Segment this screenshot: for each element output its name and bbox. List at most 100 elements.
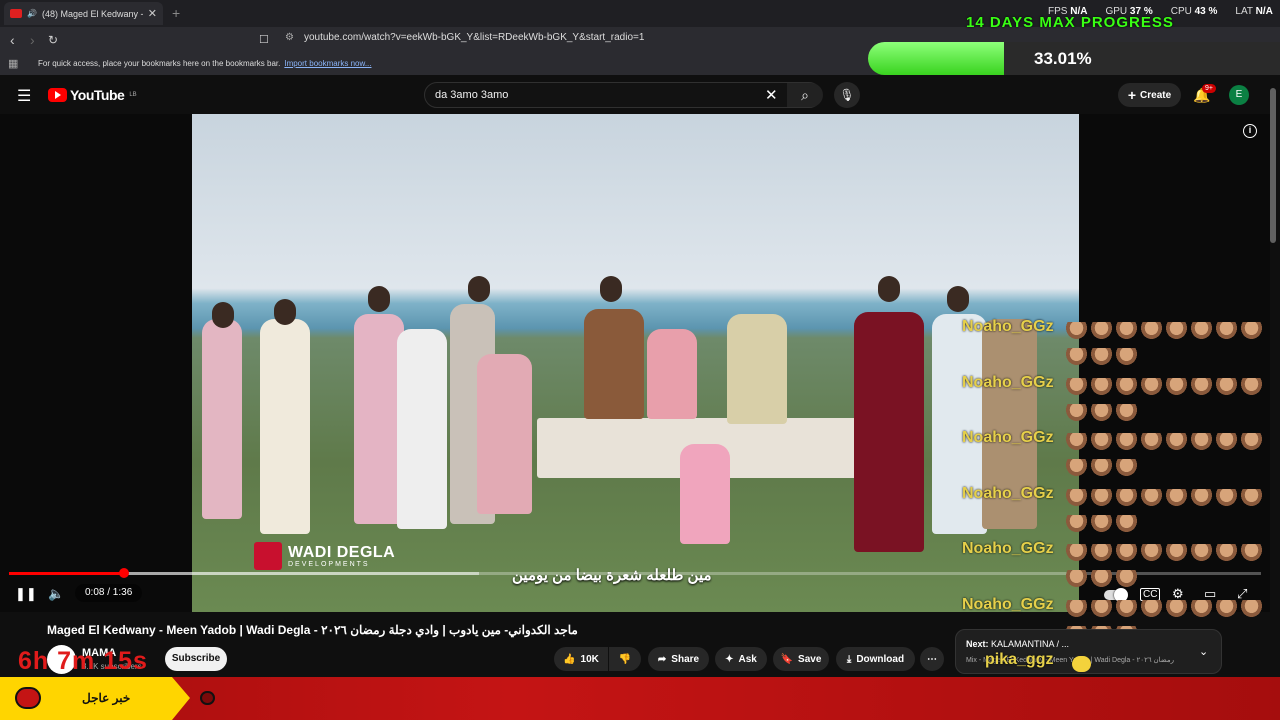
scene-person — [647, 329, 697, 419]
share-button[interactable]: ➦ Share — [648, 647, 709, 671]
hand-emote-icon — [1191, 377, 1212, 395]
create-label: Create — [1140, 89, 1172, 101]
stream-timer: 6h 7m 15s — [18, 647, 148, 675]
hand-emote-icon — [1091, 459, 1112, 477]
tab-close-icon[interactable]: ✕ — [148, 7, 157, 20]
import-bookmarks-link[interactable]: Import bookmarks now... — [284, 59, 371, 68]
hand-emote-icon — [1216, 600, 1237, 617]
pikachu-emote-icon — [1072, 656, 1091, 672]
create-button[interactable]: + Create — [1118, 83, 1181, 107]
microphone-icon: 🎙 — [839, 88, 855, 102]
news-small-logo-icon — [200, 691, 215, 705]
overlay-progress-percent: 33.01% — [1034, 49, 1092, 68]
hand-emote-icon — [1116, 403, 1137, 421]
hand-emote-icon — [1066, 544, 1087, 562]
more-actions-button[interactable]: ⋯ — [920, 647, 944, 671]
sparkle-icon: ✦ — [725, 653, 734, 665]
hand-emote-icon — [1066, 348, 1087, 365]
news-channel-logo-icon — [15, 687, 41, 709]
share-icon: ➦ — [657, 653, 667, 665]
hand-emote-icon — [1091, 322, 1112, 339]
up-next-title: Next: KALAMANTINA / ... — [966, 639, 1070, 649]
hand-emote-icon — [1066, 403, 1087, 421]
chevron-down-icon[interactable]: ⌄ — [1199, 645, 1208, 658]
hand-emote-icon — [1116, 322, 1137, 339]
notifications-badge: 9+ — [1202, 84, 1216, 93]
lat-stat: LAT N/A — [1235, 6, 1273, 17]
dislike-button[interactable]: 👎 — [609, 647, 641, 671]
like-button[interactable]: 👍 10K — [554, 647, 608, 671]
url-field[interactable]: ⚙ youtube.com/watch?v=eekWb-bGK_Y&list=RD… — [285, 32, 644, 43]
hand-emote-icon — [1141, 377, 1162, 395]
youtube-logo[interactable]: YouTube LB — [48, 87, 137, 103]
youtube-play-icon — [48, 88, 67, 102]
plus-icon: + — [1127, 87, 1137, 103]
thumbs-down-icon: 👎 — [618, 653, 632, 665]
browser-tab[interactable]: 🔊 (48) Maged El Kedwany - Me ✕ — [4, 2, 163, 25]
search-box[interactable]: da 3amo 3amo ✕ ⌕ — [424, 82, 823, 108]
save-label: Save — [798, 653, 822, 665]
scene-person — [202, 319, 242, 519]
scene-head — [368, 286, 390, 312]
voice-search-button[interactable]: 🎙 — [834, 82, 860, 108]
overlay-title: 14 DAYS MAX PROGRESS — [966, 14, 1174, 31]
hand-emote-icon — [1116, 459, 1137, 477]
apps-grid-icon[interactable]: ▦ — [8, 57, 18, 70]
menu-icon[interactable]: ☰ — [17, 86, 31, 106]
download-button[interactable]: ⤓ Download — [836, 647, 915, 671]
autoplay-toggle[interactable] — [1104, 588, 1128, 602]
info-icon[interactable]: i — [1243, 124, 1257, 138]
hand-emote-icon — [1091, 600, 1112, 617]
search-icon: ⌕ — [801, 87, 809, 103]
bookmark-icon[interactable]: ☐ — [259, 33, 269, 46]
breaking-news-text: خبر عاجل — [82, 691, 131, 705]
site-info-icon[interactable]: ⚙ — [285, 32, 294, 43]
hand-emote-icon — [1066, 377, 1087, 395]
video-player[interactable]: WADI DEGLA DEVELOPMENTS مين طلعله شعرة ب… — [0, 114, 1270, 643]
chat-username: Noaho_GGz — [962, 373, 1054, 391]
forward-icon[interactable]: › — [30, 32, 35, 48]
clear-search-icon[interactable]: ✕ — [765, 86, 778, 104]
hand-emote-icon — [1166, 600, 1187, 617]
scene-head — [274, 299, 296, 325]
more-dots-icon: ⋯ — [927, 653, 937, 665]
scene-person — [727, 314, 787, 424]
new-tab-button[interactable]: + — [172, 5, 180, 21]
download-icon: ⤓ — [846, 653, 852, 665]
hand-emote-icon — [1191, 600, 1212, 617]
hand-emote-icon — [1091, 514, 1112, 532]
reload-icon[interactable]: ↻ — [48, 33, 58, 47]
hand-emote-icon — [1066, 570, 1087, 588]
hand-emote-icon — [1091, 570, 1112, 588]
scene-head — [600, 276, 622, 302]
volume-icon[interactable]: 🔈 — [48, 586, 64, 602]
chat-username: Noaho_GGz — [962, 318, 1054, 335]
youtube-favicon-icon — [10, 9, 22, 18]
hand-emote-icon — [1116, 600, 1137, 617]
save-button[interactable]: 🔖 Save — [773, 647, 829, 671]
back-icon[interactable]: ‹ — [10, 32, 15, 48]
video-frame[interactable]: WADI DEGLA DEVELOPMENTS مين طلعله شعرة ب… — [192, 114, 1079, 612]
audio-playing-icon[interactable]: 🔊 — [27, 9, 37, 18]
breaking-news-bar: خبر عاجل — [0, 677, 1280, 720]
page-scrollbar[interactable] — [1270, 88, 1276, 243]
ask-button[interactable]: ✦ Ask — [715, 647, 767, 671]
chat-username: Noaho_GGz — [962, 596, 1054, 613]
scene-person — [680, 444, 730, 544]
search-input[interactable]: da 3amo 3amo — [435, 89, 508, 101]
pause-icon[interactable]: ❚❚ — [15, 586, 37, 602]
wadi-degla-logo: WADI DEGLA DEVELOPMENTS — [254, 542, 395, 570]
subscribe-button[interactable]: Subscribe — [165, 647, 227, 671]
hand-emote-icon — [1116, 570, 1137, 588]
hand-emote-icon — [1191, 488, 1212, 506]
scene-head — [947, 286, 969, 312]
hand-emote-icon — [1116, 377, 1137, 395]
bookmark-save-icon: 🔖 — [780, 653, 794, 665]
hand-emote-icon — [1091, 403, 1112, 421]
scene-head — [878, 276, 900, 302]
hand-emote-icon — [1141, 433, 1162, 451]
account-avatar[interactable]: E — [1229, 85, 1249, 105]
search-button[interactable]: ⌕ — [787, 83, 823, 107]
hand-emote-icon — [1191, 322, 1212, 339]
seek-handle[interactable] — [119, 568, 130, 578]
